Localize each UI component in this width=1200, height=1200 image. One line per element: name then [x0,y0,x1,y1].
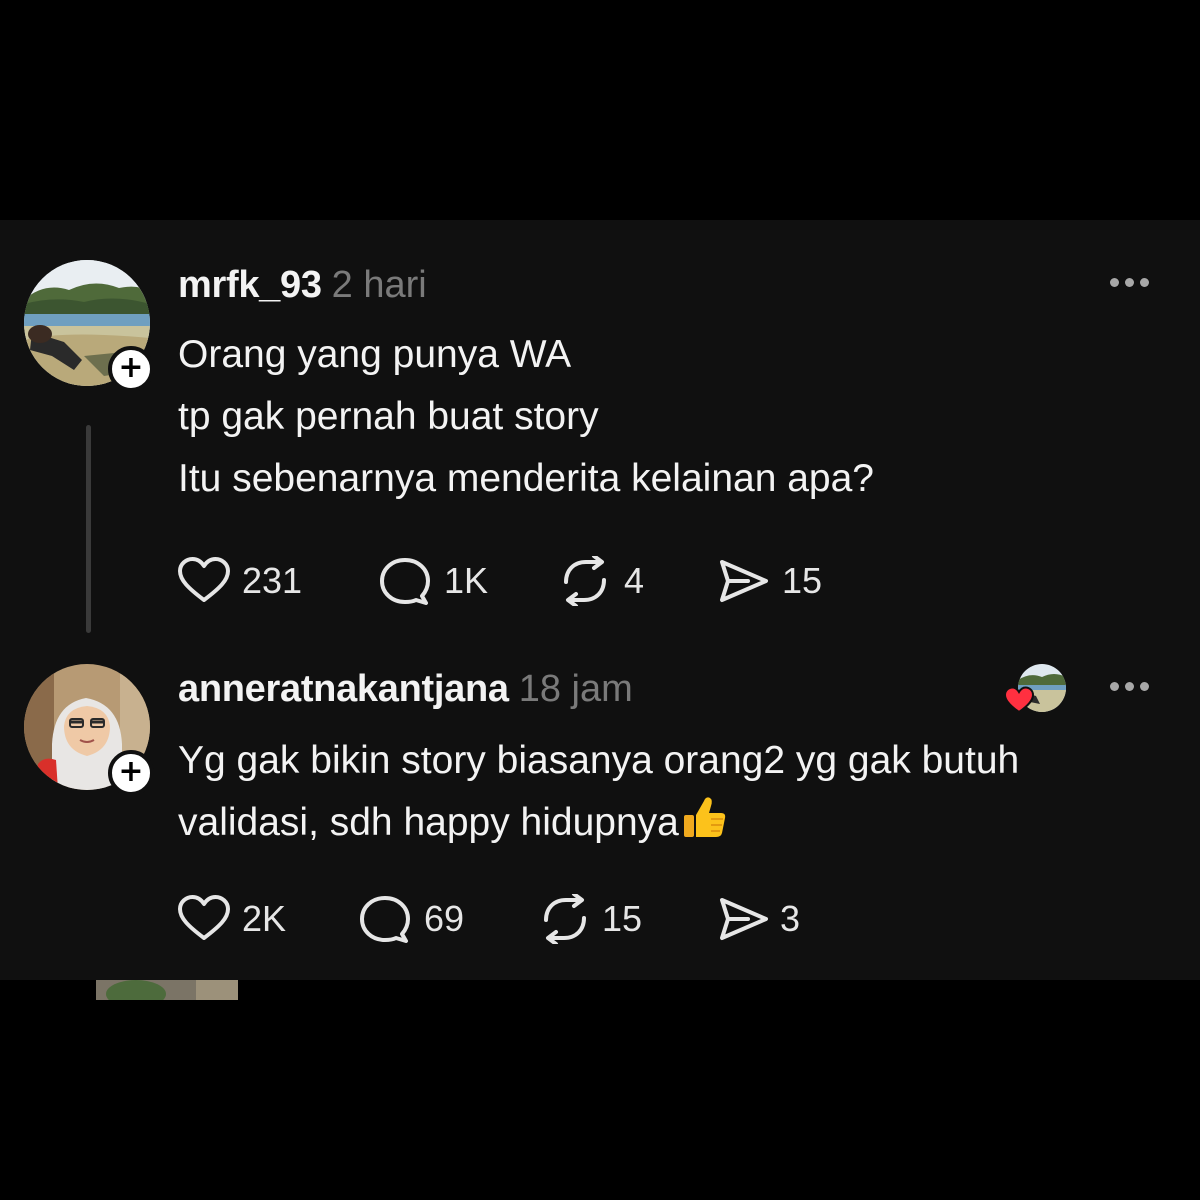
liked-by-author-indicator [1004,664,1068,720]
heart-icon [1004,686,1034,714]
post-item: + mrfk_93 2 hari Orang yang punya WA tp g… [0,260,1200,640]
post-text: Orang yang punya WA tp gak pernah buat s… [178,324,874,510]
like-count: 2K [242,898,287,939]
username[interactable]: mrfk_93 [178,264,322,306]
thread-panel: + mrfk_93 2 hari Orang yang punya WA tp g… [0,220,1200,980]
post-text: Yg gak bikin story biasanya orang2 yg ga… [178,730,1019,854]
repost-count: 15 [602,898,643,939]
repost-icon [544,894,586,944]
heart-icon [178,895,230,940]
thumbs-up-emoji-icon [683,797,726,837]
send-icon [720,560,768,602]
post-text-line: Yg gak bikin story biasanya orang2 yg ga… [178,739,1020,782]
post-text-line: validasi, sdh happy hidupnya [178,792,1019,854]
timestamp: 2 hari [331,264,427,306]
reply-count: 69 [424,898,465,939]
send-icon [720,898,768,940]
post-text-line-content: validasi, sdh happy hidupnya [178,801,679,844]
repost-count: 4 [624,560,645,601]
thread-connector-line [86,425,91,633]
post-text-line: tp gak pernah buat story [178,395,599,438]
comment-bubble-icon [360,896,410,943]
share-count: 3 [780,898,801,939]
follow-button[interactable]: + [108,750,154,796]
share-count: 15 [782,560,823,601]
post-header: anneratnakantjana 18 jam [178,666,633,712]
follow-button[interactable]: + [108,346,154,392]
heart-icon [178,557,230,602]
username[interactable]: anneratnakantjana [178,668,509,710]
next-post-avatar-fragment [96,980,238,1000]
screenshot-frame: + mrfk_93 2 hari Orang yang punya WA tp g… [0,0,1200,1200]
comment-bubble-icon [380,558,430,605]
like-count: 231 [242,560,303,601]
post-item: + anneratnakantjana 18 jam Yg gak bikin … [0,664,1200,980]
repost-icon [564,556,606,606]
more-options-icon[interactable] [1110,278,1150,290]
timestamp: 18 jam [518,668,633,710]
post-text-line: Orang yang punya WA [178,333,572,376]
more-options-icon[interactable] [1110,682,1150,694]
post-header: mrfk_93 2 hari [178,262,427,308]
post-text-line: Itu sebenarnya menderita kelainan apa? [178,457,874,500]
reply-count: 1K [444,560,489,601]
